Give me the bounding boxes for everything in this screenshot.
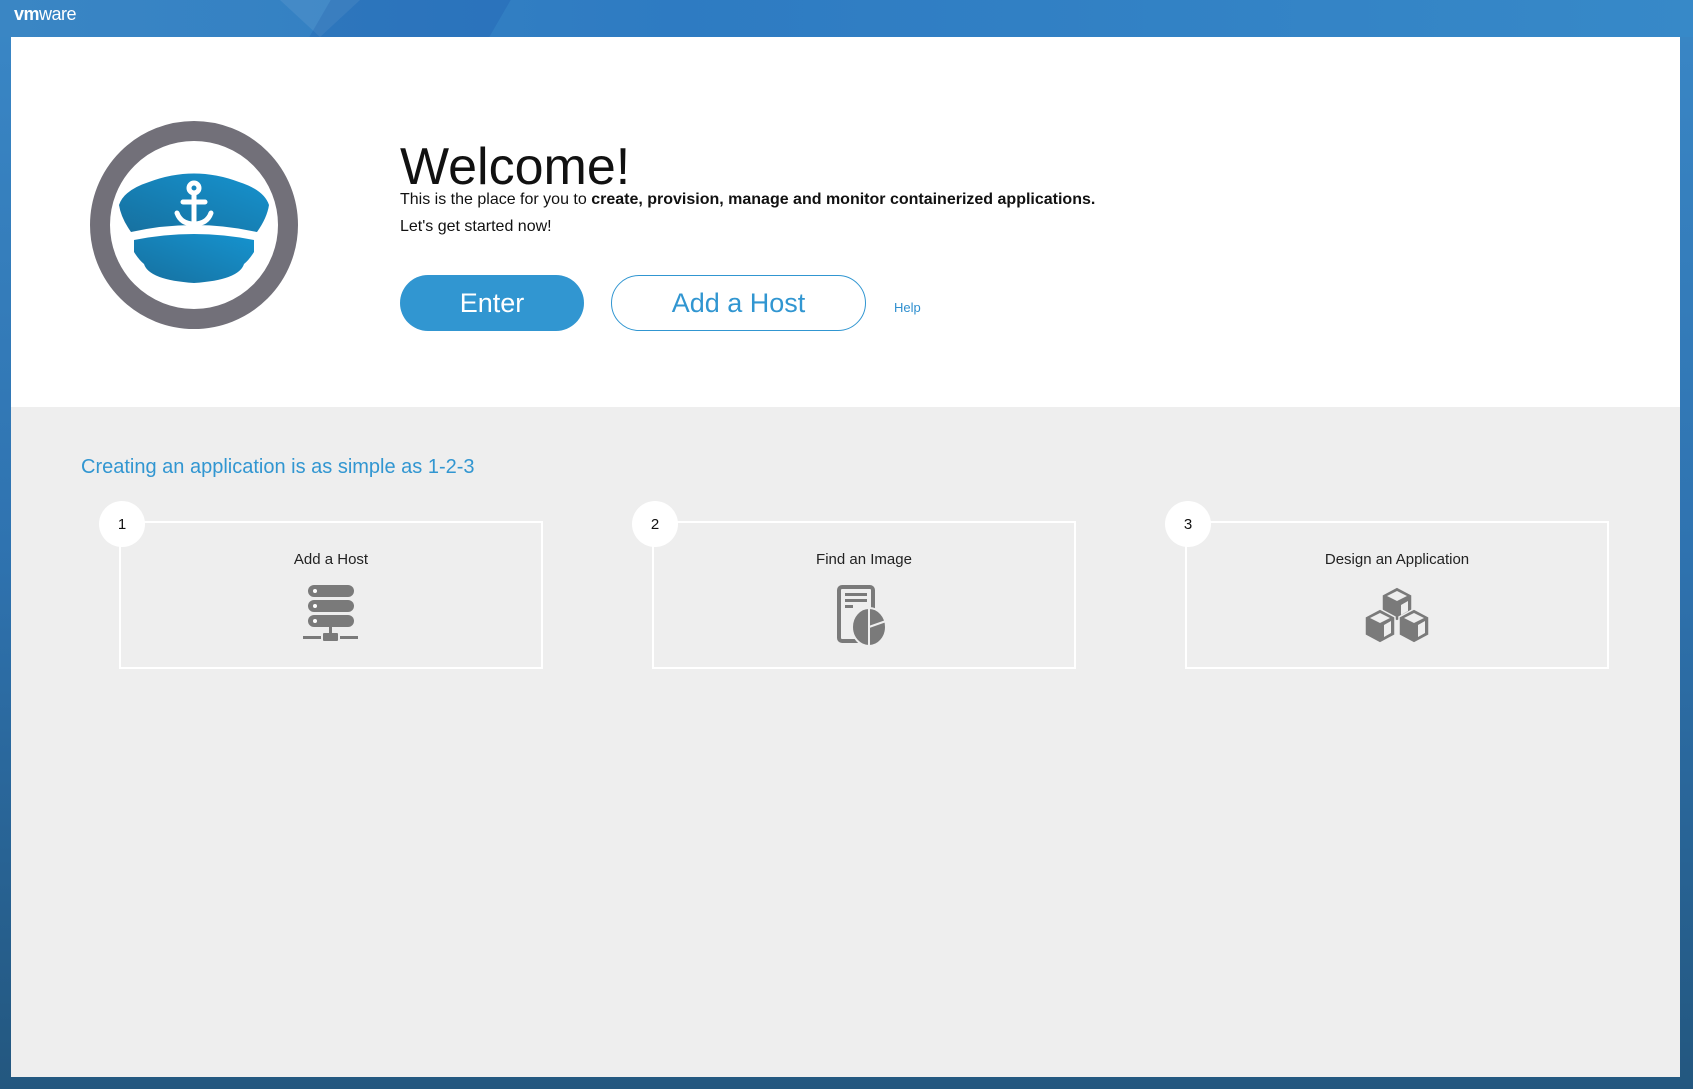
step-number: 1 [99, 501, 145, 547]
help-link[interactable]: Help [894, 300, 921, 315]
step-number: 2 [632, 501, 678, 547]
add-host-button[interactable]: Add a Host [611, 275, 866, 331]
captain-hat-logo-icon [90, 121, 298, 329]
step-card-add-host[interactable]: 1 Add a Host [99, 501, 543, 669]
cubes-icon [1364, 586, 1430, 644]
enter-button[interactable]: Enter [400, 275, 584, 331]
decor-band [309, 0, 511, 37]
vmware-logo: vmware [14, 4, 77, 24]
welcome-description: This is the place for you to create, pro… [400, 191, 1096, 235]
step-card-find-image[interactable]: 2 Find an Image [632, 501, 1076, 669]
step-title: Find an Image [816, 551, 912, 568]
steps-heading: Creating an application is as simple as … [81, 456, 475, 478]
step-card-design-application[interactable]: 3 Design an Application [1165, 501, 1609, 669]
top-bar: vmware [0, 0, 1693, 37]
welcome-hero: Welcome! This is the place for you to cr… [11, 37, 1680, 407]
step-title: Add a Host [293, 551, 369, 568]
main-panel: Welcome! This is the place for you to cr… [11, 37, 1680, 1077]
server-icon [303, 585, 358, 641]
report-icon [837, 585, 887, 645]
step-number: 3 [1165, 501, 1211, 547]
step-title: Design an Application [1324, 551, 1470, 568]
